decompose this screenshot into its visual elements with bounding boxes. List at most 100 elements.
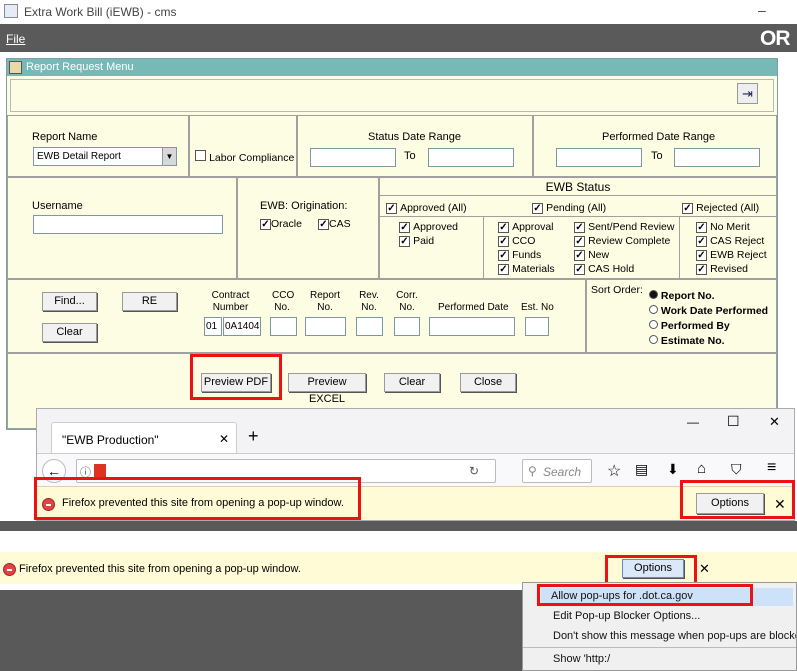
status-sent-checkbox[interactable]: ✓ Sent/Pend Review — [574, 221, 674, 233]
labor-compliance-checkbox[interactable]: Labor Compliance — [195, 150, 294, 164]
status-date-to-input[interactable] — [428, 148, 514, 167]
performed-date-section: Performed Date Range To — [533, 115, 777, 177]
status-col4: ✓ No Merit ✓ CAS Reject ✓ EWB Reject ✓ R… — [680, 216, 776, 278]
contract-prefix-input[interactable]: 01 — [204, 317, 222, 336]
rejected-all-checkbox[interactable]: ✓ Rejected (All) — [682, 202, 759, 214]
approved-all-checkbox[interactable]: ✓ Approved (All) — [386, 202, 467, 214]
status-cas-hold-checkbox[interactable]: ✓ CAS Hold — [574, 263, 634, 275]
report-name-label: Report Name — [32, 131, 98, 143]
status-review-checkbox[interactable]: ✓ Review Complete — [574, 235, 670, 247]
search-box[interactable]: ⚲ Search — [522, 459, 592, 483]
status-approved-checkbox[interactable]: ✓ Approved — [399, 221, 458, 233]
username-input[interactable] — [33, 215, 223, 234]
popup-close-icon-2[interactable]: ✕ — [699, 561, 710, 577]
new-tab-button[interactable]: + — [248, 426, 259, 447]
status-ewb-reject-checkbox[interactable]: ✓ EWB Reject — [696, 249, 767, 261]
pdf-icon — [94, 464, 106, 477]
search-section: Find... RE Clear Contract Number CCO No.… — [7, 279, 586, 353]
dont-show-message-item[interactable]: Don't show this message when pop-ups are… — [553, 630, 796, 642]
win-minimize-icon[interactable]: — — [687, 415, 699, 429]
toolbar: ⇥ — [10, 79, 774, 112]
status-paid-checkbox[interactable]: ✓ Paid — [399, 235, 434, 247]
find-button[interactable]: Find... — [42, 292, 97, 311]
perf-date-from-input[interactable] — [556, 148, 642, 167]
gray-band — [0, 521, 797, 531]
status-approval-label: Approval — [512, 221, 554, 233]
status-cas-reject-checkbox[interactable]: ✓ CAS Reject — [696, 235, 764, 247]
status-no-merit-checkbox[interactable]: ✓ No Merit — [696, 221, 750, 233]
chevron-down-icon[interactable]: ▼ — [162, 148, 176, 165]
clear-button[interactable]: Clear — [384, 373, 440, 392]
status-ewb-reject-label: EWB Reject — [710, 249, 767, 261]
contract-number-input[interactable]: 0A1404 — [223, 317, 261, 336]
download-icon[interactable]: ⬇ — [667, 461, 679, 478]
status-new-checkbox[interactable]: ✓ New — [574, 249, 609, 261]
corr-no-label: Corr. No. — [396, 290, 418, 313]
window-titlebar: Extra Work Bill (iEWB) - cms – — [0, 0, 797, 24]
re-button[interactable]: RE — [122, 292, 177, 311]
win-close-icon[interactable]: ✕ — [769, 414, 780, 430]
edit-popup-options-item[interactable]: Edit Pop-up Blocker Options... — [553, 610, 700, 622]
status-revised-label: Revised — [710, 263, 748, 275]
rev-no-label: Rev. No. — [359, 290, 379, 313]
contract-number-label: Contract Number — [211, 290, 250, 313]
ewb-status-title: EWB Status — [380, 178, 776, 196]
pending-all-checkbox[interactable]: ✓ Pending (All) — [532, 202, 606, 214]
form-icon — [9, 61, 22, 74]
sort-performed-by-radio[interactable]: Performed By — [649, 320, 730, 332]
window-title: Extra Work Bill (iEWB) - cms — [24, 5, 177, 19]
performed-date-input[interactable] — [429, 317, 515, 336]
home-icon[interactable]: ⌂ — [697, 460, 706, 477]
report-name-select[interactable]: EWB Detail Report ▼ — [33, 147, 177, 166]
show-url-item[interactable]: Show 'http:/ — [553, 653, 610, 665]
est-no-label: Est. No — [521, 302, 554, 313]
exit-icon[interactable]: ⇥ — [737, 83, 758, 104]
est-no-input[interactable] — [525, 317, 549, 336]
status-review-label: Review Complete — [588, 235, 671, 247]
sort-work-date-radio[interactable]: Work Date Performed — [649, 305, 768, 317]
options-highlight — [680, 480, 795, 519]
minimize-button[interactable]: – — [758, 2, 766, 18]
browser-tab[interactable]: "EWB Production" ✕ — [51, 422, 237, 456]
hamburger-menu-icon[interactable]: ≡ — [767, 459, 776, 477]
report-name-section: Report Name EWB Detail Report ▼ — [7, 115, 189, 177]
report-no-label: Report No. — [309, 290, 340, 313]
status-approved-label: Approved — [413, 221, 459, 233]
preview-excel-button[interactable]: Preview EXCEL — [288, 373, 366, 405]
corr-no-input[interactable] — [394, 317, 420, 336]
win-maximize-icon[interactable]: ☐ — [727, 413, 740, 430]
status-new-label: New — [588, 249, 610, 261]
status-cco-checkbox[interactable]: ✓ CCO — [498, 235, 535, 247]
status-revised-checkbox[interactable]: ✓ Revised — [696, 263, 748, 275]
sort-report-no-label: Report No. — [660, 290, 715, 302]
perf-date-to-input[interactable] — [674, 148, 760, 167]
tab-title: "EWB Production" — [62, 433, 159, 447]
sort-estimate-no-radio[interactable]: Estimate No. — [649, 335, 725, 347]
preview-pdf-button[interactable]: Preview PDF — [201, 373, 271, 392]
status-approval-checkbox[interactable]: ✓ Approval — [498, 221, 554, 233]
sort-report-no-radio[interactable]: Report No. — [649, 290, 715, 302]
search-placeholder: Search — [543, 465, 582, 479]
menu-file[interactable]: File — [6, 32, 25, 46]
pocket-icon[interactable]: ⛉ — [731, 461, 742, 478]
status-date-from-input[interactable] — [310, 148, 396, 167]
status-funds-checkbox[interactable]: ✓ Funds — [498, 249, 541, 261]
tab-close-icon[interactable]: ✕ — [219, 432, 229, 446]
status-materials-checkbox[interactable]: ✓ Materials — [498, 263, 555, 275]
oracle-logo: OR — [760, 27, 790, 50]
status-paid-label: Paid — [413, 235, 435, 247]
report-no-input[interactable] — [305, 317, 346, 336]
oracle-label: Oracle — [271, 218, 302, 230]
library-icon[interactable]: ▤ — [635, 461, 648, 478]
report-request-window: Report Request Menu ⇥ Report Name EWB De… — [6, 58, 778, 430]
performed-date-range-label: Performed Date Range — [602, 131, 716, 143]
close-button[interactable]: Close — [460, 373, 516, 392]
cco-input[interactable] — [270, 317, 297, 336]
username-section: Username — [7, 177, 237, 279]
oracle-checkbox[interactable]: ✓Oracle — [260, 218, 302, 230]
clear-search-button[interactable]: Clear — [42, 323, 97, 342]
rev-no-input[interactable] — [356, 317, 383, 336]
cas-checkbox[interactable]: ✓CAS — [318, 218, 351, 230]
reload-icon[interactable]: ↻ — [469, 464, 479, 478]
bookmark-star-icon[interactable]: ☆ — [607, 461, 621, 481]
